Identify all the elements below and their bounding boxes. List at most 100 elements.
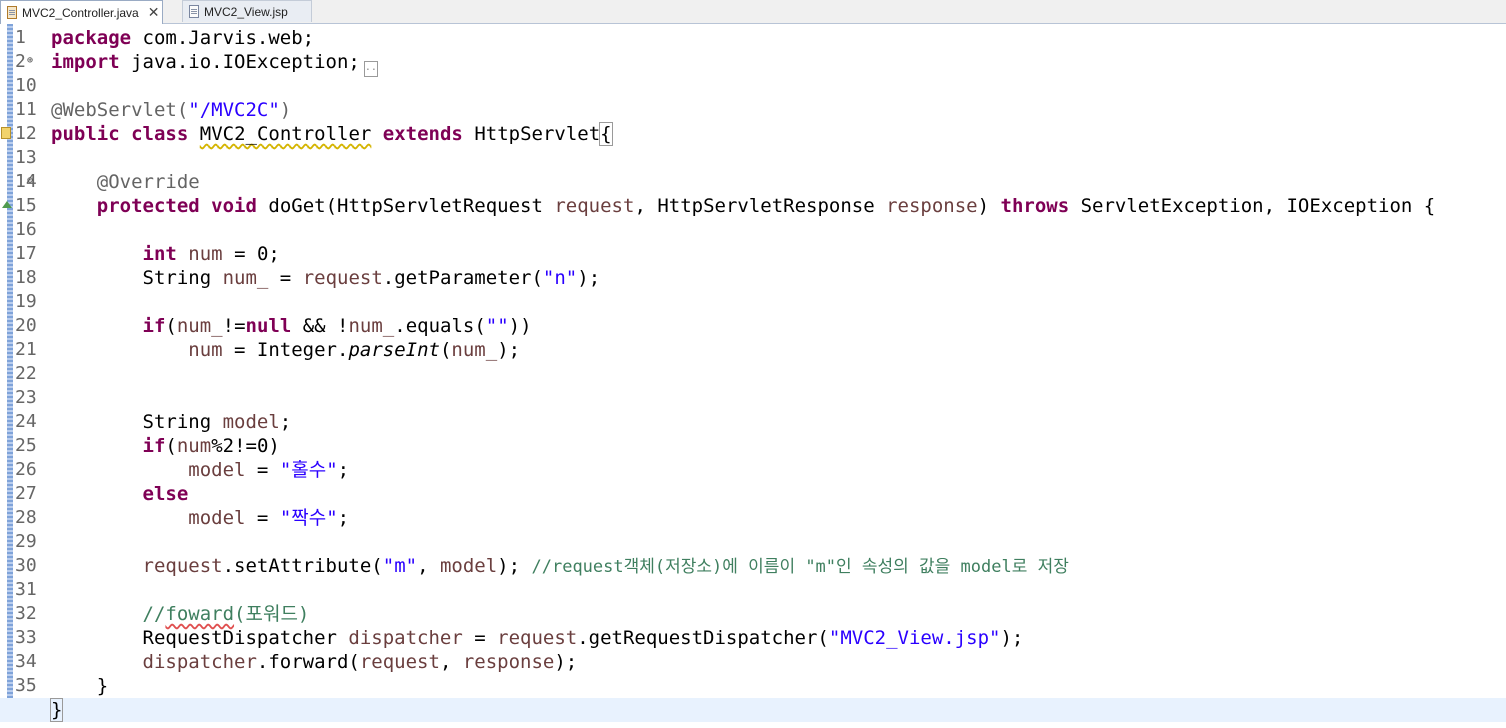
code-text: .setAttribute( (222, 555, 383, 577)
keyword: if (142, 435, 166, 457)
code-line: protected void doGet(HttpServletRequest … (51, 194, 1506, 218)
code-text: ; (337, 459, 350, 481)
line-number: 24 (15, 411, 37, 432)
annotation: @Override (96, 171, 200, 193)
tab-mvc2-view[interactable]: MVC2_View.jsp (182, 0, 312, 22)
parameter: request (142, 555, 223, 577)
code-text: = (245, 459, 280, 481)
code-text: = (245, 507, 280, 529)
code-line: model = "짝수"; (51, 506, 1506, 530)
line-number: 1 (15, 27, 26, 48)
class-name: MVC2_Controller (199, 123, 372, 145)
comment: // (142, 603, 166, 625)
line-number: 11 (15, 99, 37, 120)
code-line: if(num_!=null && !num_.equals("")) (51, 314, 1506, 338)
code-text: ; (337, 507, 350, 529)
keyword: void (211, 195, 257, 217)
code-line: //foward(포워드) (51, 602, 1506, 626)
keyword: extends (382, 123, 463, 145)
local-variable: dispatcher (348, 627, 463, 649)
code-line: package com.Jarvis.web; (51, 26, 1506, 50)
code-text: ); (554, 651, 578, 673)
static-method: parseInt (348, 339, 440, 361)
code-line: num = Integer.parseInt(num_); (51, 338, 1506, 362)
keyword: int (142, 243, 177, 265)
code-text: com.Jarvis.web; (131, 27, 315, 49)
code-text: String (142, 411, 223, 433)
line-number: 13 (15, 147, 37, 168)
tab-label: MVC2_View.jsp (204, 4, 288, 19)
line-number: 16 (15, 219, 37, 240)
code-editor[interactable]: 1 2 10 11 12 13 14 15 16 17 18 19 20 21 … (0, 24, 1506, 728)
line-number: 25 (15, 435, 37, 456)
local-variable: num_ (451, 339, 498, 361)
comment: (포워드) (234, 603, 310, 625)
code-text: %2!=0) (211, 435, 280, 457)
code-line: RequestDispatcher dispatcher = request.g… (51, 626, 1506, 650)
comment-misspelled: foward (165, 603, 235, 625)
string-literal: "m" (382, 555, 418, 577)
code-text: = (462, 627, 498, 649)
code-text: , (439, 651, 463, 673)
code-text: ( (439, 339, 452, 361)
collapse-fold-icon[interactable]: ⊖ (27, 175, 33, 186)
local-variable: model (439, 555, 498, 577)
line-number: 15 (15, 195, 37, 216)
code-line: int num = 0; (51, 242, 1506, 266)
code-line: model = "홀수"; (51, 458, 1506, 482)
local-variable: dispatcher (142, 651, 257, 673)
line-number: 20 (15, 315, 37, 336)
code-text: = Integer. (222, 339, 349, 361)
comment: //request객체(저장소)에 이름이 "m"인 속성의 값을 model로… (531, 557, 1069, 577)
local-variable: num_ (176, 315, 223, 337)
keyword: if (142, 315, 166, 337)
close-icon[interactable]: ✕ (148, 4, 160, 21)
warning-marker-icon[interactable] (1, 127, 11, 139)
code-text: = (268, 267, 303, 289)
code-text: ( (165, 315, 177, 337)
line-number: 33 (15, 627, 37, 648)
line-number: 28 (15, 507, 37, 528)
code-line: if(num%2!=0) (51, 434, 1506, 458)
parameter: response (886, 195, 978, 217)
local-variable: num (176, 435, 212, 457)
code-text: HttpServlet (462, 123, 601, 145)
string-literal: "/MVC2C" (188, 99, 280, 121)
line-number: 10 (15, 75, 37, 96)
code-line: request.setAttribute("m", model); //requ… (51, 554, 1506, 578)
code-text: ; (279, 411, 292, 433)
code-text: , HttpServletResponse (634, 195, 887, 217)
override-marker-icon[interactable] (2, 201, 12, 208)
tab-mvc2-controller[interactable]: MVC2_Controller.java ✕ (0, 0, 163, 24)
keyword: throws (1000, 195, 1070, 217)
code-text: )) (508, 315, 532, 337)
editor-tab-bar: MVC2_Controller.java ✕ MVC2_View.jsp (0, 0, 1506, 24)
code-text: && ! (291, 315, 349, 337)
code-line: @Override (51, 170, 1506, 194)
code-text: } (96, 675, 109, 697)
matching-bracket: { (599, 122, 613, 146)
tab-label: MVC2_Controller.java (22, 5, 139, 20)
line-number: 18 (15, 267, 37, 288)
string-literal: "짝수" (279, 507, 338, 529)
code-text: .getParameter( (382, 267, 543, 289)
keyword: class (131, 123, 189, 145)
local-variable: num_ (222, 267, 269, 289)
code-text: ServletException, IOException { (1069, 195, 1436, 217)
code-text: RequestDispatcher (142, 627, 349, 649)
keyword: else (142, 483, 189, 505)
code-line: else (51, 482, 1506, 506)
expand-fold-icon[interactable]: ⊕ (27, 55, 33, 66)
line-number: 22 (15, 363, 37, 384)
line-number: 34 (15, 651, 37, 672)
line-number: 23 (15, 387, 37, 408)
string-literal: "n" (542, 267, 578, 289)
parameter: response (462, 651, 555, 673)
code-line: import java.io.IOException;.. (51, 50, 1506, 77)
